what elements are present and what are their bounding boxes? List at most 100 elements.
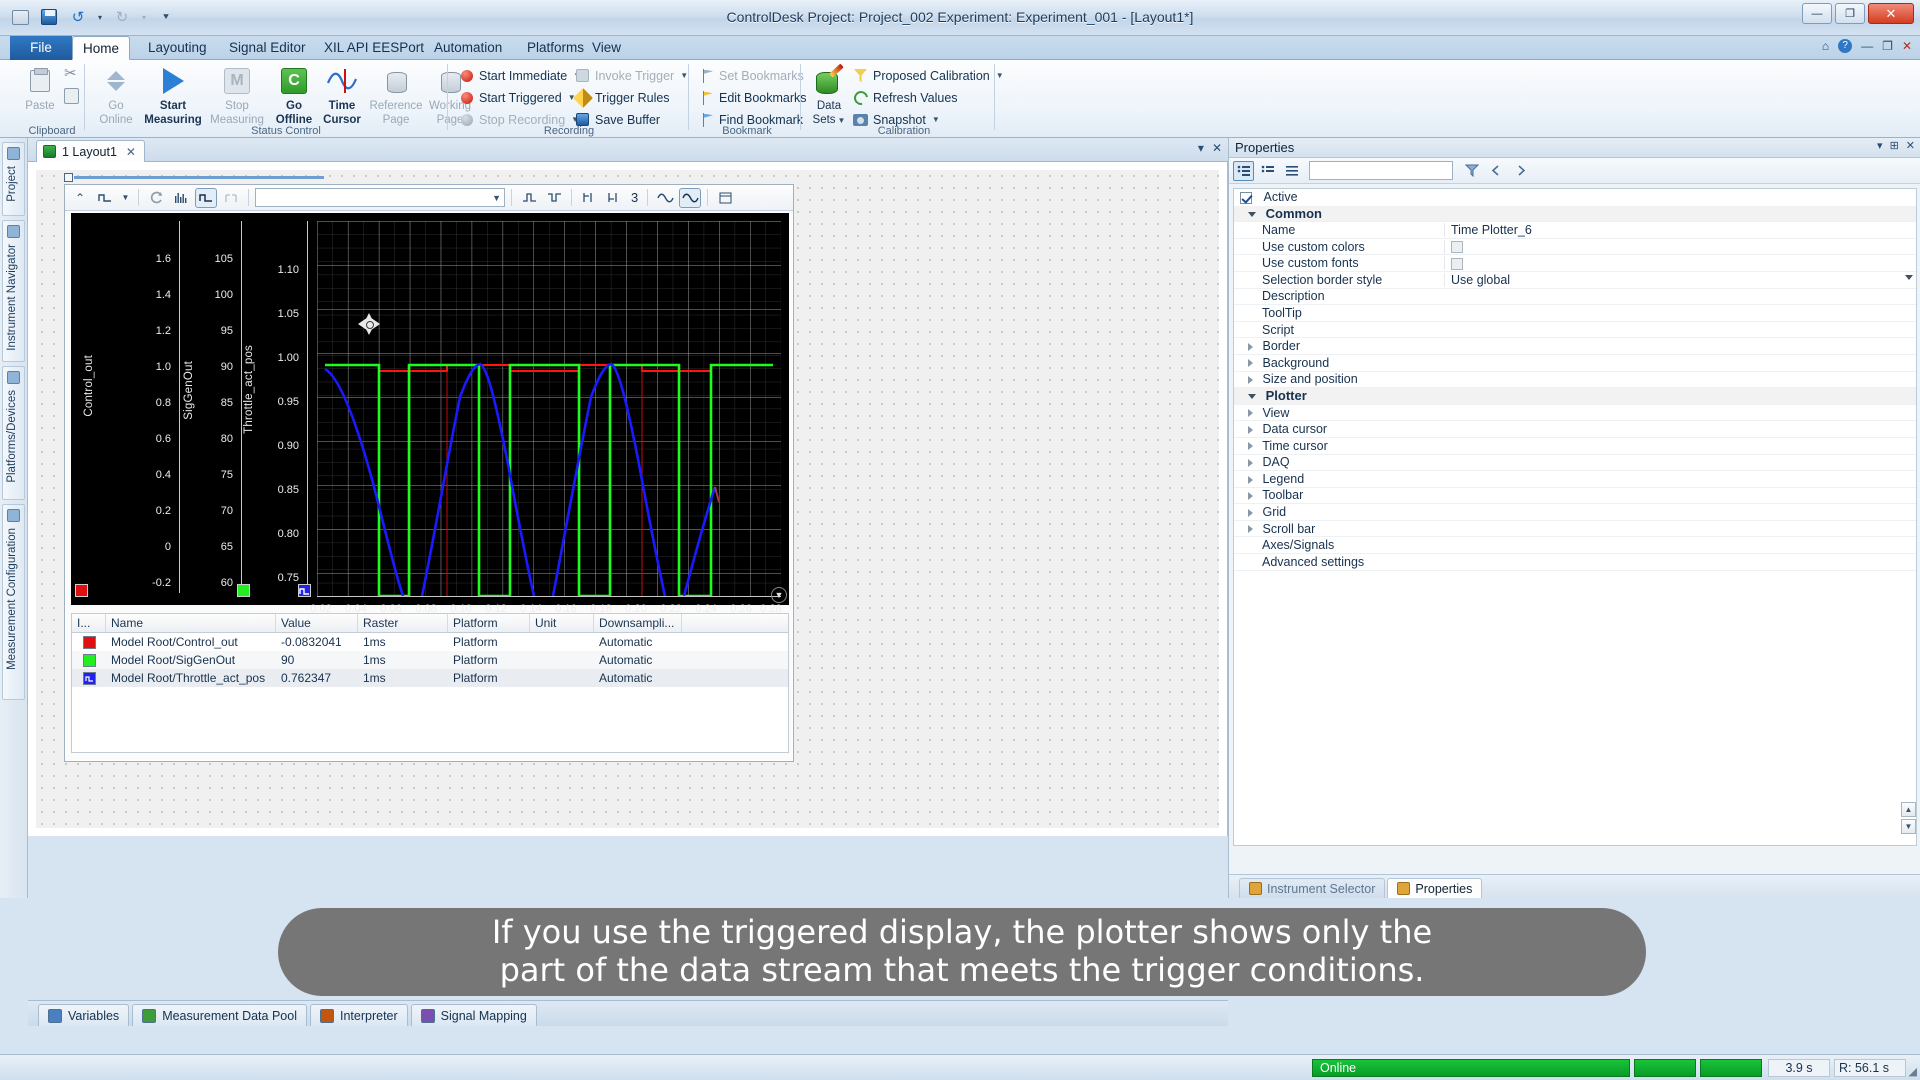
expander-icon[interactable]	[1248, 508, 1253, 517]
row-color-swatch[interactable]	[82, 635, 96, 649]
close-button[interactable]: ✕	[1868, 3, 1914, 24]
bottom-tab-signal-mapping[interactable]: Signal Mapping	[410, 1004, 537, 1026]
panel-close-icon[interactable]: ✕	[1906, 139, 1915, 152]
cut-icon[interactable]: ✂	[64, 66, 80, 82]
prev-icon[interactable]	[1486, 161, 1507, 181]
layout-canvas[interactable]: ⌃ ▼ ▼ 3 Control_out 1.6 1.4 1.2 1.0 0.8 …	[28, 162, 1228, 836]
sidebar-item-instrument-navigator[interactable]: Instrument Navigator	[2, 220, 25, 362]
refresh-icon[interactable]	[145, 188, 167, 208]
properties-toolbar[interactable]	[1229, 158, 1920, 184]
footer-tab-properties[interactable]: Properties	[1387, 878, 1483, 898]
property-row-description[interactable]: Description	[1234, 289, 1916, 306]
property-row-axes-signals[interactable]: Axes/Signals …	[1234, 537, 1916, 555]
help-icon[interactable]: ?	[1838, 39, 1853, 53]
tab-layouting[interactable]: Layouting	[134, 36, 221, 60]
fit-axes-icon[interactable]	[220, 188, 242, 208]
signal-dropdown-caret-icon[interactable]: ▼	[119, 188, 132, 208]
list-icon[interactable]	[1281, 161, 1302, 181]
ribbon-close-icon[interactable]: ✕	[1902, 39, 1912, 53]
sidebar-item-project[interactable]: Project	[2, 142, 25, 216]
table-row[interactable]: Model Root/Throttle_act_pos 0.762347 1ms…	[72, 669, 788, 687]
properties-scroll-buttons[interactable]: ▲ ▼	[1901, 802, 1917, 842]
property-value-use-custom-colors[interactable]	[1444, 239, 1916, 254]
sidebar-item-measurement-configuration[interactable]: Measurement Configuration	[2, 504, 25, 700]
ribbon-tab-strip[interactable]: File Home Layouting Signal Editor XIL AP…	[0, 36, 1920, 60]
minimize-button[interactable]: —	[1802, 3, 1832, 24]
trigger-rise-icon[interactable]	[518, 188, 540, 208]
tab-file[interactable]: File	[10, 36, 72, 60]
cursor-a-icon[interactable]	[578, 188, 600, 208]
alphabetical-icon[interactable]	[1257, 161, 1278, 181]
plot-scroll-down-icon[interactable]: ▼	[771, 587, 787, 603]
property-group-background[interactable]: Background	[1234, 355, 1916, 372]
legend-swatch-control-out[interactable]	[75, 584, 88, 597]
tab-xil-api-eesport[interactable]: XIL API EESPort	[310, 36, 438, 60]
copy-icon[interactable]	[64, 88, 79, 104]
sine-icon[interactable]	[654, 188, 676, 208]
stop-measuring-button[interactable]: M Stop Measuring	[206, 64, 268, 126]
bottom-tab-variables[interactable]: Variables	[38, 1004, 130, 1026]
expander-icon[interactable]	[1248, 525, 1253, 534]
property-row-script[interactable]: Script …	[1234, 322, 1916, 339]
quick-access-toolbar[interactable]: ↺ ▾ ↻ ▾ ⯆	[8, 5, 178, 29]
panel-pin-icon[interactable]: ⊞	[1890, 139, 1899, 152]
chevron-down-icon[interactable]	[1905, 274, 1913, 280]
trigger-fall-icon[interactable]	[543, 188, 565, 208]
property-value-use-custom-fonts[interactable]	[1444, 256, 1916, 271]
expander-icon[interactable]	[1248, 376, 1253, 385]
customize-icon[interactable]: ⯆	[154, 5, 178, 29]
expander-icon[interactable]	[1248, 409, 1253, 418]
data-sets-button[interactable]: Data Sets ▼	[806, 64, 852, 127]
reference-page-button[interactable]: Reference Page	[368, 64, 424, 126]
properties-footer-tabs[interactable]: Instrument Selector Properties	[1229, 874, 1920, 898]
collapse-icon[interactable]: ⌃	[69, 188, 91, 208]
redo-icon[interactable]: ↻	[110, 5, 134, 29]
document-tab-strip[interactable]: 1 Layout1 ✕ ▾ ✕	[28, 138, 1228, 162]
trigger-rules-button[interactable]: Trigger Rules	[572, 87, 672, 108]
expander-open-icon[interactable]	[1248, 394, 1256, 400]
expander-icon[interactable]	[1248, 442, 1253, 451]
next-icon[interactable]	[1510, 161, 1531, 181]
property-row-use-custom-colors[interactable]: Use custom colors	[1234, 239, 1916, 256]
tab-signal-editor[interactable]: Signal Editor	[215, 36, 320, 60]
chevron-down-icon[interactable]: ▾	[1198, 141, 1204, 155]
properties-search-input[interactable]	[1309, 161, 1453, 180]
legend-swatch-throttle-act-pos[interactable]	[298, 584, 311, 597]
document-tab-layout1[interactable]: 1 Layout1 ✕	[36, 140, 145, 162]
property-group-data-cursor[interactable]: Data cursor	[1234, 421, 1916, 438]
close-icon[interactable]: ✕	[126, 145, 136, 159]
proposed-calibration-button[interactable]: Proposed Calibration ▼	[850, 65, 1006, 86]
row-color-swatch[interactable]	[82, 653, 96, 667]
property-value-selection-border-style[interactable]: Use global	[1444, 272, 1916, 287]
property-category-plotter[interactable]: Plotter	[1234, 388, 1916, 405]
table-row[interactable]: Model Root/SigGenOut 90 1ms Platform Aut…	[72, 651, 788, 669]
panel-menu-icon[interactable]: ▾	[1877, 139, 1883, 152]
categorized-icon[interactable]	[1233, 160, 1254, 181]
close-document-icon[interactable]: ✕	[1212, 141, 1222, 155]
property-group-toolbar[interactable]: Toolbar	[1234, 488, 1916, 505]
footer-tab-instrument-selector[interactable]: Instrument Selector	[1239, 878, 1386, 898]
ribbon-minimize-icon[interactable]: —	[1861, 39, 1873, 53]
tab-view[interactable]: View	[578, 36, 635, 60]
signal-step-icon[interactable]	[94, 188, 116, 208]
bottom-tab-measurement-data-pool[interactable]: Measurement Data Pool	[132, 1004, 307, 1026]
ribbon-right-controls[interactable]: ⌂ ? — ❐ ✕	[1822, 39, 1912, 53]
document-tab-right-controls[interactable]: ▾ ✕	[1198, 141, 1222, 155]
property-row-advanced-settings[interactable]: Advanced settings …	[1234, 554, 1916, 571]
property-row-name[interactable]: Name Time Plotter_6	[1234, 222, 1916, 239]
set-bookmarks-button[interactable]: Set Bookmarks	[696, 65, 806, 86]
property-value-name[interactable]: Time Plotter_6	[1444, 222, 1916, 237]
filter-icon[interactable]	[1462, 161, 1483, 181]
property-group-size-and-position[interactable]: Size and position	[1234, 372, 1916, 389]
time-cursor-button[interactable]: Time Cursor	[318, 64, 366, 126]
plotter-toolbar[interactable]: ⌃ ▼ ▼ 3	[65, 185, 793, 211]
property-row-selection-border-style[interactable]: Selection border style Use global	[1234, 272, 1916, 289]
plot-area[interactable]: Control_out 1.6 1.4 1.2 1.0 0.8 0.6 0.4 …	[71, 213, 789, 615]
scroll-up-icon[interactable]: ▲	[1901, 802, 1916, 817]
expander-icon[interactable]	[1248, 492, 1253, 501]
home-icon[interactable]: ⌂	[1822, 39, 1829, 53]
wave-zoom-icon[interactable]	[679, 187, 702, 208]
property-row-use-custom-fonts[interactable]: Use custom fonts	[1234, 255, 1916, 272]
property-group-time-cursor[interactable]: Time cursor	[1234, 438, 1916, 455]
refresh-values-button[interactable]: Refresh Values	[850, 87, 960, 108]
